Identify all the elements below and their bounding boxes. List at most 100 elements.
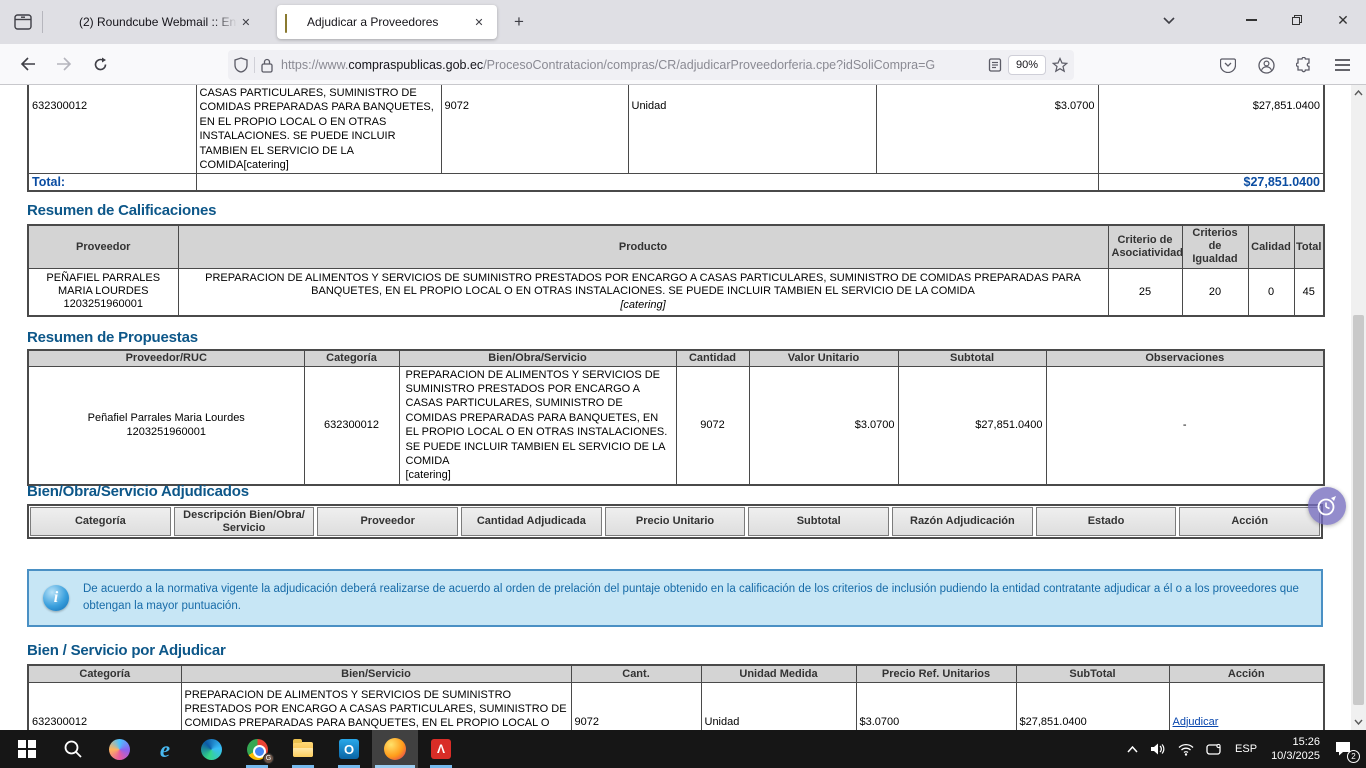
column-header: Estado: [1036, 507, 1177, 536]
clock[interactable]: 15:2610/3/2025: [1263, 735, 1328, 764]
reload-button[interactable]: [84, 49, 116, 79]
close-button[interactable]: ✕: [1320, 0, 1366, 40]
cantidad-cell: 9072: [676, 366, 749, 485]
calidad-cell: 0: [1248, 268, 1294, 316]
new-tab-button[interactable]: +: [505, 8, 533, 36]
scroll-down-arrow-icon[interactable]: [1351, 714, 1366, 730]
back-button[interactable]: [12, 49, 44, 79]
tab-bar: (2) Roundcube Webmail :: Entra ✕ Adjudic…: [0, 0, 1366, 44]
extensions-puzzle-icon[interactable]: [1288, 50, 1320, 80]
column-header: Observaciones: [1046, 350, 1324, 366]
browser-window: (2) Roundcube Webmail :: Entra ✕ Adjudic…: [0, 0, 1366, 768]
criterio-asociatividad-cell: 25: [1108, 268, 1182, 316]
firefox-icon: [384, 738, 406, 760]
chrome-profile-badge: G: [263, 753, 274, 764]
item-cantidad-cell: 9072: [441, 85, 628, 174]
info-alert: i De acuerdo a la normativa vigente la a…: [27, 569, 1323, 627]
floating-timer-widget[interactable]: [1308, 487, 1346, 525]
url-bar[interactable]: https://www.compraspublicas.gob.ec/Proce…: [228, 50, 1074, 80]
tab-close-icon[interactable]: ✕: [237, 12, 255, 32]
column-header: Razón Adjudicación: [892, 507, 1033, 536]
taskbar-search-button[interactable]: [50, 730, 96, 768]
taskbar-copilot-button[interactable]: [96, 730, 142, 768]
list-all-tabs-chevron-icon[interactable]: [1162, 12, 1176, 30]
column-header: Proveedor: [28, 225, 178, 268]
taskbar-acrobat-button[interactable]: Λ: [418, 730, 464, 768]
items-table: 632300012 CASAS PARTICULARES, SUMINISTRO…: [27, 85, 1325, 192]
scrollbar-thumb[interactable]: [1353, 315, 1364, 705]
windows-taskbar: e G O Λ ESP 15:2610/3/2025 2: [0, 730, 1366, 768]
tray-chevron-up-icon[interactable]: [1121, 730, 1144, 768]
forward-button[interactable]: [48, 49, 80, 79]
column-header: Proveedor/RUC: [28, 350, 304, 366]
column-header: Subtotal: [748, 507, 889, 536]
roundcube-favicon-icon: [57, 15, 72, 30]
vertical-scrollbar[interactable]: [1351, 85, 1366, 730]
menu-hamburger-icon[interactable]: [1326, 50, 1358, 80]
clock-icon: [1315, 494, 1339, 518]
column-header: Total: [1294, 225, 1324, 268]
taskbar-firefox-button[interactable]: [372, 730, 418, 768]
tab-title: (2) Roundcube Webmail :: Entra: [79, 15, 237, 29]
section-title-propuestas: Resumen de Propuestas: [27, 329, 198, 346]
tab-close-icon[interactable]: ✕: [469, 12, 489, 32]
item-unidad-cell: Unidad: [628, 85, 876, 174]
search-icon: [63, 739, 83, 759]
account-icon[interactable]: [1250, 50, 1282, 80]
acrobat-icon: Λ: [431, 739, 451, 759]
item-descripcion-cell: CASAS PARTICULARES, SUMINISTRO DE COMIDA…: [196, 85, 441, 174]
start-button[interactable]: [4, 730, 50, 768]
reader-mode-icon[interactable]: [988, 58, 1002, 72]
adjudicar-link[interactable]: Adjudicar: [1173, 716, 1219, 728]
subtotal-cell: $27,851.0400: [1016, 682, 1169, 730]
minimize-button[interactable]: [1228, 0, 1274, 40]
bien-obra-servicio-cell: PREPARACION DE ALIMENTOS Y SERVICIOS DE …: [399, 366, 676, 485]
cantidad-cell: 9072: [571, 682, 701, 730]
window-controls: ✕: [1228, 0, 1366, 40]
taskbar-outlook-button[interactable]: O: [326, 730, 372, 768]
scroll-up-arrow-icon[interactable]: [1351, 85, 1366, 101]
meet-now-camera-icon[interactable]: [1200, 730, 1229, 768]
column-header: Categoría: [28, 665, 181, 682]
taskbar-chrome-button[interactable]: G: [234, 730, 280, 768]
taskbar-edge-button[interactable]: [188, 730, 234, 768]
taskbar-ie-button[interactable]: e: [142, 730, 188, 768]
item-precio-cell: $3.0700: [876, 85, 1098, 174]
column-header: Unidad Medida: [701, 665, 856, 682]
total-cell: 45: [1294, 268, 1324, 316]
tracking-shield-icon[interactable]: [234, 57, 248, 73]
restore-button[interactable]: [1274, 0, 1320, 40]
pocket-icon[interactable]: [1212, 50, 1244, 80]
column-header: Categoría: [304, 350, 399, 366]
taskbar-explorer-button[interactable]: [280, 730, 326, 768]
language-indicator[interactable]: ESP: [1229, 730, 1263, 768]
table-row: 632300012 PREPARACION DE ALIMENTOS Y SER…: [28, 682, 1324, 730]
column-header: Producto: [178, 225, 1108, 268]
producto-cell: PREPARACION DE ALIMENTOS Y SERVICIOS DE …: [178, 268, 1108, 316]
file-explorer-icon: [293, 742, 313, 757]
column-header: Cantidad: [676, 350, 749, 366]
info-alert-text: De acuerdo a la normativa vigente la adj…: [83, 581, 1307, 616]
column-header: Precio Unitario: [605, 507, 746, 536]
zoom-level-chip[interactable]: 90%: [1008, 55, 1046, 75]
notification-center-button[interactable]: 2: [1328, 730, 1358, 768]
total-label: Total:: [28, 174, 196, 192]
lock-icon[interactable]: [261, 58, 273, 73]
tab-roundcube[interactable]: (2) Roundcube Webmail :: Entra ✕: [49, 5, 263, 39]
edge-icon: [201, 739, 222, 760]
column-header: Subtotal: [898, 350, 1046, 366]
section-title-calificaciones: Resumen de Calificaciones: [27, 202, 216, 219]
observaciones-cell: -: [1046, 366, 1324, 485]
firefox-view-button[interactable]: [8, 8, 38, 36]
valor-unitario-cell: $3.0700: [749, 366, 898, 485]
section-title-por-adjudicar: Bien / Servicio por Adjudicar: [27, 642, 226, 659]
tabbar-divider: [42, 11, 43, 33]
notification-badge: 2: [1347, 750, 1360, 763]
bookmark-star-icon[interactable]: [1052, 57, 1068, 73]
tab-adjudicar[interactable]: Adjudicar a Proveedores ✕: [277, 5, 497, 39]
wifi-icon[interactable]: [1172, 730, 1200, 768]
column-header: Descripción Bien/Obra/ Servicio: [174, 507, 315, 536]
volume-icon[interactable]: [1144, 730, 1172, 768]
header-row: Proveedor/RUC Categoría Bien/Obra/Servic…: [28, 350, 1324, 366]
windows-logo-icon: [18, 740, 36, 758]
